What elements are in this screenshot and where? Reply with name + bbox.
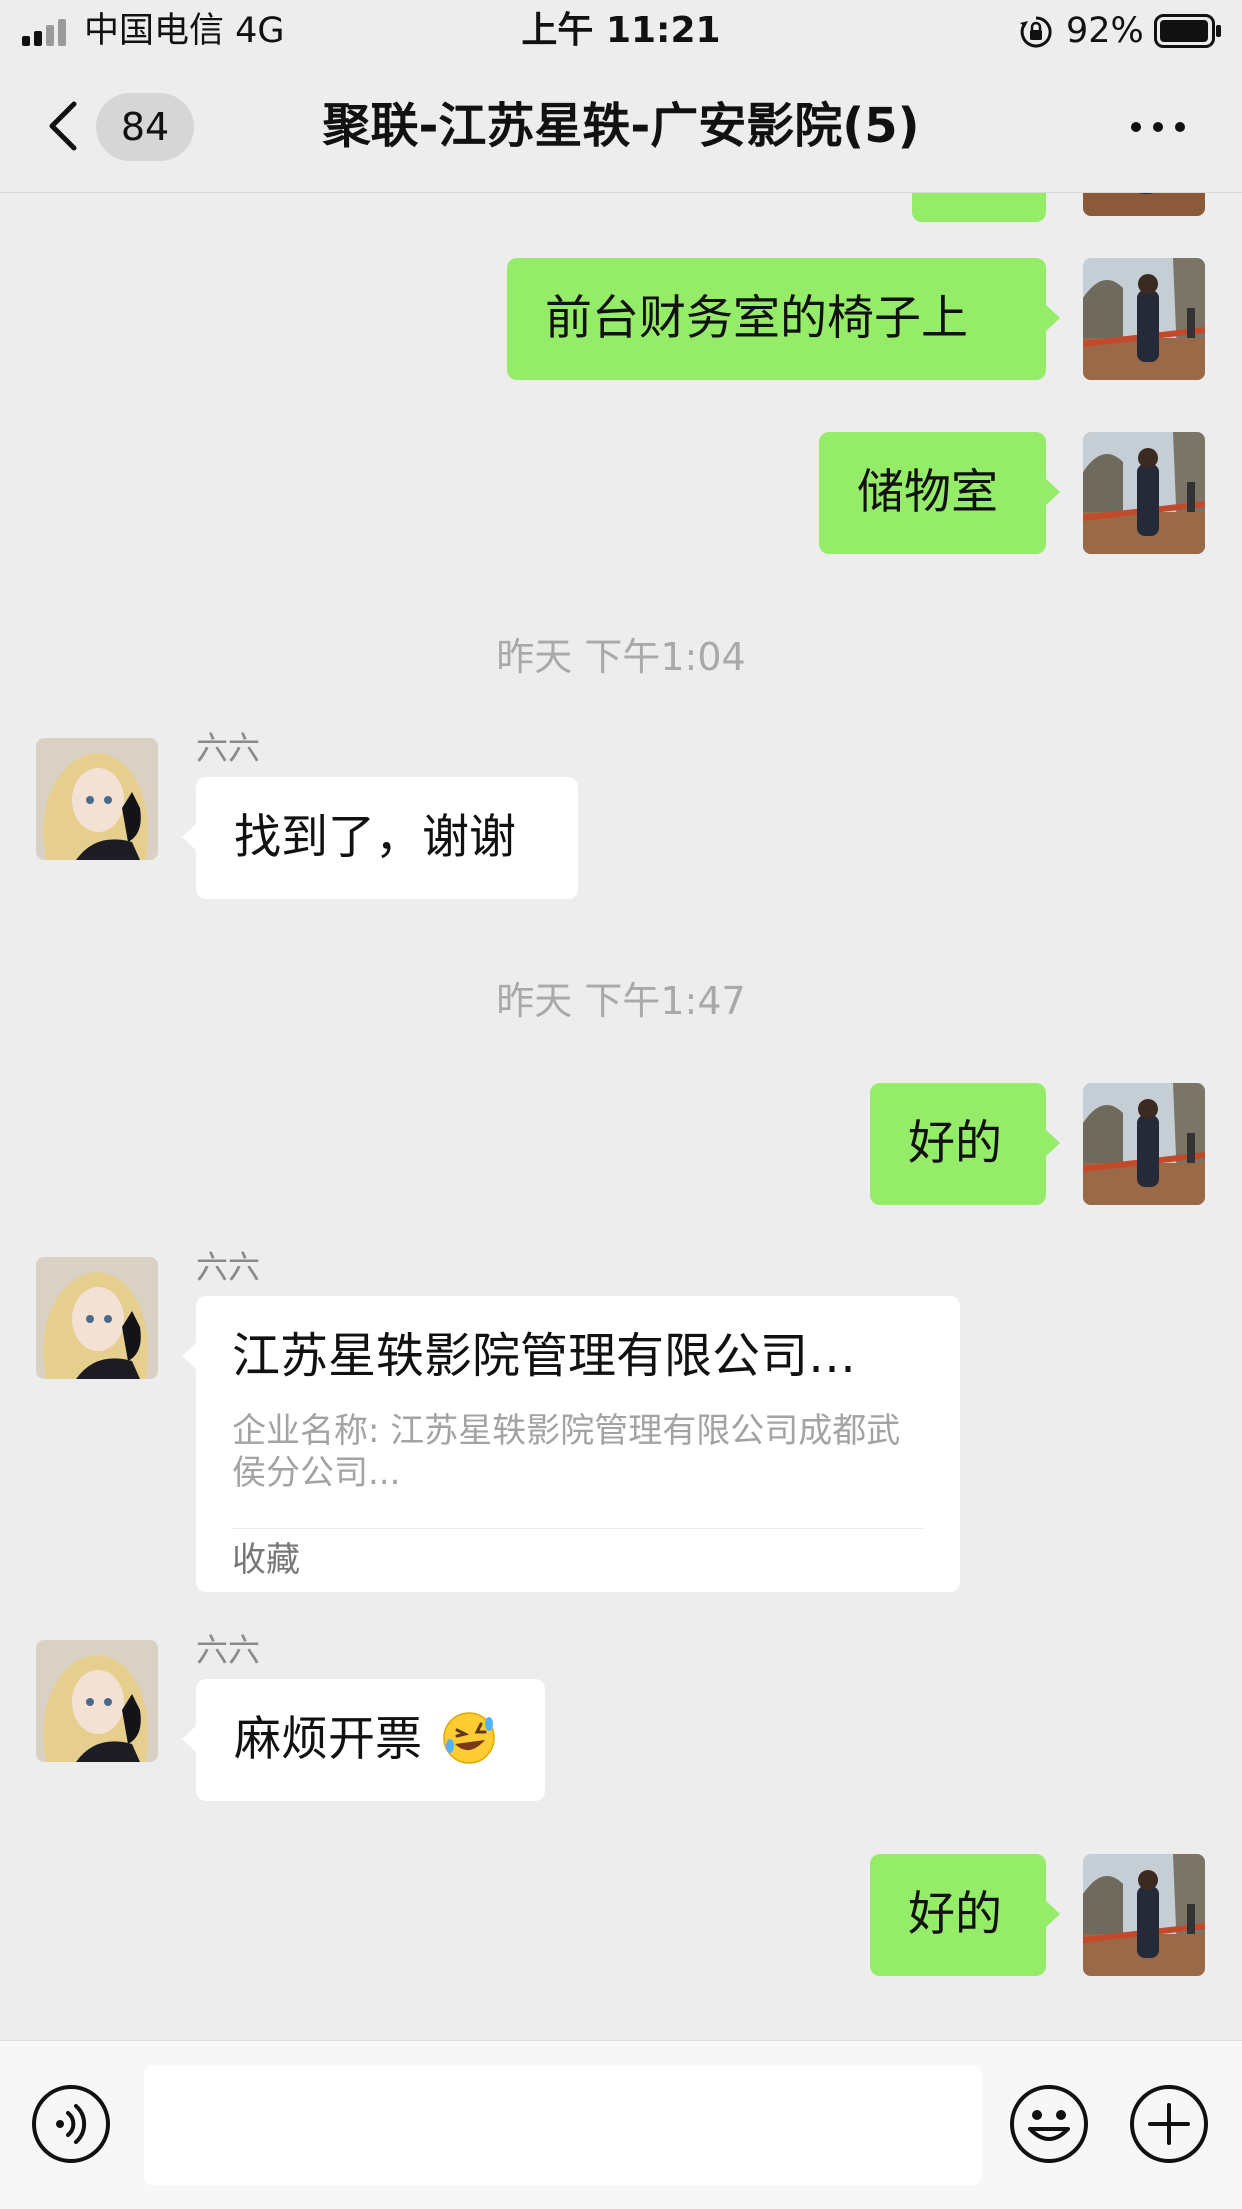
more-actions-plus-icon[interactable]	[1128, 2083, 1210, 2165]
shared-card-message[interactable]: 江苏星轶影院管理有限公司… 企业名称: 江苏星轶影院管理有限公司成都武侯分公司.…	[182, 1296, 960, 1592]
chat-header: 84 聚联-江苏星轶-广安影院(5)	[0, 62, 1242, 193]
battery-icon	[1154, 14, 1221, 48]
card-description: 企业名称: 江苏星轶影院管理有限公司成都武侯分公司...	[232, 1411, 901, 1493]
message-bubble-outgoing[interactable]: 好的	[870, 1854, 1060, 1976]
sender-name: 六六	[196, 1631, 261, 1669]
card-divider	[232, 1528, 924, 1529]
contact-avatar[interactable]	[36, 1640, 158, 1762]
chat-message-list[interactable]: 前台财务室的椅子上 储物室 昨天 下午1:04 六六 找到了，谢谢 昨天 下午1…	[0, 193, 1242, 2040]
card-source-label: 收藏	[232, 1540, 300, 1580]
more-options-icon[interactable]	[1126, 102, 1190, 152]
my-avatar[interactable]	[1083, 432, 1205, 554]
message-bubble-incoming[interactable]: 找到了，谢谢	[182, 777, 578, 899]
my-avatar[interactable]	[1083, 258, 1205, 380]
message-bubble-outgoing[interactable]: 前台财务室的椅子上	[507, 258, 1060, 380]
back-chevron-icon[interactable]	[40, 96, 90, 156]
message-timestamp: 昨天 下午1:47	[496, 979, 746, 1023]
message-bubble-outgoing[interactable]: 好的	[870, 1083, 1060, 1205]
rolling-laughing-emoji-icon	[443, 1711, 495, 1764]
card-title: 江苏星轶影院管理有限公司…	[232, 1328, 857, 1384]
contact-avatar[interactable]	[36, 1257, 158, 1379]
my-avatar[interactable]	[1083, 193, 1205, 216]
emoji-picker-icon[interactable]	[1008, 2083, 1090, 2165]
message-text-input[interactable]	[144, 2065, 982, 2185]
contact-avatar[interactable]	[36, 738, 158, 860]
message-bubble-partial[interactable]	[912, 193, 1046, 222]
voice-input-icon[interactable]	[30, 2083, 112, 2165]
sender-name: 六六	[196, 729, 261, 767]
orientation-lock-icon	[1020, 16, 1052, 48]
message-timestamp: 昨天 下午1:04	[496, 635, 746, 679]
battery-percentage: 92%	[1066, 11, 1144, 51]
status-time: 上午 11:21	[521, 10, 721, 51]
chat-title: 聚联-江苏星轶-广安影院(5)	[322, 98, 920, 154]
message-bubble-incoming[interactable]: 麻烦开票	[182, 1679, 545, 1801]
my-avatar[interactable]	[1083, 1854, 1205, 1976]
message-input-bar	[0, 2040, 1242, 2209]
my-avatar[interactable]	[1083, 1083, 1205, 1205]
message-bubble-outgoing[interactable]: 储物室	[819, 432, 1060, 554]
status-bar: 中国电信 4G 上午 11:21 92%	[0, 0, 1242, 62]
message-text: 麻烦开票	[234, 1712, 422, 1767]
sender-name: 六六	[196, 1248, 261, 1286]
unread-count-badge[interactable]: 84	[96, 93, 194, 161]
